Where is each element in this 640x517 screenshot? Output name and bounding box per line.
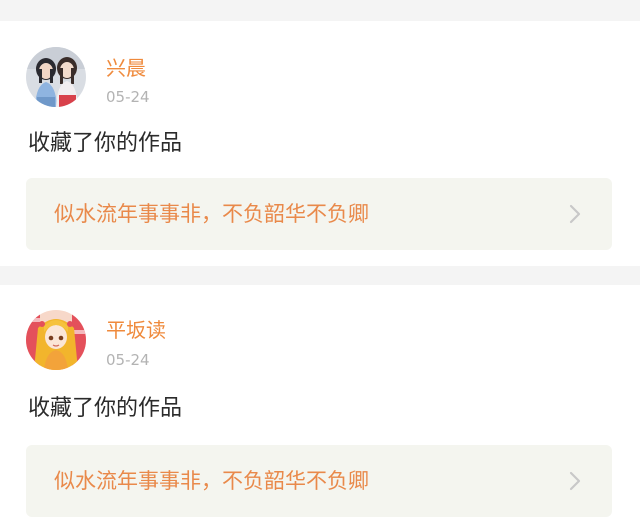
notification-text: 收藏了你的作品	[28, 131, 183, 156]
username[interactable]: 兴晨	[106, 56, 146, 80]
avatar[interactable]	[26, 47, 86, 107]
chevron-right-icon	[569, 204, 581, 224]
work-title: 似水流年事事非，不负韶华不负卿	[54, 469, 369, 493]
avatar-anime-girl-icon	[26, 310, 86, 370]
top-spacer	[0, 0, 640, 21]
card-divider	[0, 266, 640, 285]
chevron-right-icon	[569, 471, 581, 491]
work-link[interactable]: 似水流年事事非，不负韶华不负卿	[26, 445, 612, 517]
work-title: 似水流年事事非，不负韶华不负卿	[54, 202, 369, 226]
work-link[interactable]: 似水流年事事非，不负韶华不负卿	[26, 178, 612, 250]
timestamp: 05-24	[106, 88, 150, 106]
notification-card: 兴晨 05-24 收藏了你的作品 似水流年事事非，不负韶华不负卿	[0, 21, 640, 266]
notification-text: 收藏了你的作品	[28, 396, 183, 421]
timestamp: 05-24	[106, 351, 150, 369]
username[interactable]: 平坂读	[106, 318, 166, 342]
notification-card: 平坂读 05-24 收藏了你的作品 似水流年事事非，不负韶华不负卿	[0, 285, 640, 517]
avatar[interactable]	[26, 310, 86, 370]
avatar-two-girls-icon	[26, 47, 86, 107]
